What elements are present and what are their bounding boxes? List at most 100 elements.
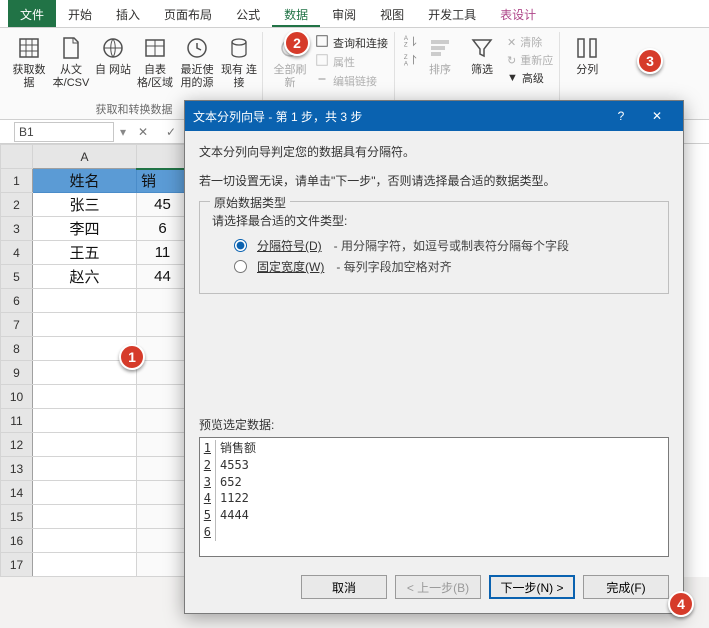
- dialog-button-row: 取消 < 上一步(B) 下一步(N) > 完成(F): [185, 565, 683, 613]
- cell-A7[interactable]: [33, 313, 137, 337]
- btn-queries-conn[interactable]: 查询和连接: [315, 34, 388, 51]
- row-head-9[interactable]: 9: [1, 361, 33, 385]
- fb-cancel[interactable]: ✕: [132, 125, 154, 139]
- btn-finish[interactable]: 完成(F): [583, 575, 669, 599]
- row-head-13[interactable]: 13: [1, 457, 33, 481]
- cell-B5[interactable]: 44: [137, 265, 189, 289]
- cell-A1[interactable]: 姓名: [33, 169, 137, 193]
- tab-view[interactable]: 视图: [368, 0, 416, 27]
- row-head-8[interactable]: 8: [1, 337, 33, 361]
- cell-B17[interactable]: [137, 553, 189, 577]
- dialog-titlebar[interactable]: 文本分列向导 - 第 1 步，共 3 步 ? ✕: [185, 101, 683, 131]
- cell-A5[interactable]: 赵六: [33, 265, 137, 289]
- col-head-B[interactable]: [137, 145, 189, 169]
- cell-A11[interactable]: [33, 409, 137, 433]
- name-box[interactable]: [14, 122, 114, 142]
- cell-B16[interactable]: [137, 529, 189, 553]
- btn-exist-conn[interactable]: 现有 连接: [218, 32, 260, 92]
- cell-B6[interactable]: [137, 289, 189, 313]
- btn-next[interactable]: 下一步(N) >: [489, 575, 575, 599]
- cell-B12[interactable]: [137, 433, 189, 457]
- cell-B3[interactable]: 6: [137, 217, 189, 241]
- btn-sort-asc[interactable]: AZ: [403, 34, 417, 51]
- tab-file[interactable]: 文件: [8, 0, 56, 27]
- btn-properties[interactable]: 属性: [315, 53, 388, 70]
- tab-formulas[interactable]: 公式: [224, 0, 272, 27]
- row-head-1[interactable]: 1: [1, 169, 33, 193]
- btn-recent-src[interactable]: 最近使 用的源: [176, 32, 218, 92]
- btn-cancel[interactable]: 取消: [301, 575, 387, 599]
- select-all-corner[interactable]: [1, 145, 33, 169]
- cell-A14[interactable]: [33, 481, 137, 505]
- cell-B2[interactable]: 45: [137, 193, 189, 217]
- cell-A6[interactable]: [33, 289, 137, 313]
- cell-B13[interactable]: [137, 457, 189, 481]
- row-head-4[interactable]: 4: [1, 241, 33, 265]
- btn-from-table[interactable]: 自表 格/区域: [134, 32, 176, 92]
- col-head-A[interactable]: A: [33, 145, 137, 169]
- btn-from-csv[interactable]: 从文 本/CSV: [50, 32, 92, 92]
- cell-A3[interactable]: 李四: [33, 217, 137, 241]
- row-head-16[interactable]: 16: [1, 529, 33, 553]
- cell-B11[interactable]: [137, 409, 189, 433]
- row-head-12[interactable]: 12: [1, 433, 33, 457]
- tab-review[interactable]: 审阅: [320, 0, 368, 27]
- row-head-3[interactable]: 3: [1, 217, 33, 241]
- fb-enter[interactable]: ✓: [160, 125, 182, 139]
- lbl-from-table: 自表 格/区域: [136, 64, 174, 90]
- tab-pagelayout[interactable]: 页面布局: [152, 0, 224, 27]
- radio-fixed-width[interactable]: [234, 260, 247, 273]
- lbl-refresh-all: 全部刷新: [271, 64, 309, 90]
- btn-get-data[interactable]: 获取数 据: [8, 32, 50, 92]
- cell-B7[interactable]: [137, 313, 189, 337]
- dialog-body: 文本分列向导判定您的数据具有分隔符。 若一切设置无误，请单击"下一步"，否则请选…: [185, 131, 683, 565]
- btn-back[interactable]: < 上一步(B): [395, 575, 481, 599]
- btn-clear[interactable]: ✕清除: [507, 34, 553, 50]
- btn-sort[interactable]: 排序: [419, 32, 461, 88]
- row-head-2[interactable]: 2: [1, 193, 33, 217]
- row-head-17[interactable]: 17: [1, 553, 33, 577]
- tab-devtools[interactable]: 开发工具: [416, 0, 488, 27]
- cell-A2[interactable]: 张三: [33, 193, 137, 217]
- cell-B9[interactable]: [137, 361, 189, 385]
- radio-fixedwidth-row[interactable]: 固定宽度(W) - 每列字段加空格对齐: [234, 258, 656, 275]
- cell-B1[interactable]: 销: [137, 169, 189, 193]
- cell-B10[interactable]: [137, 385, 189, 409]
- cell-B14[interactable]: [137, 481, 189, 505]
- desc-delimited: - 用分隔字符，如逗号或制表符分隔每个字段: [334, 237, 569, 254]
- row-head-6[interactable]: 6: [1, 289, 33, 313]
- preview-box[interactable]: 1销售额 24553 3652 41122 54444 6: [199, 437, 669, 557]
- btn-reapply[interactable]: ↻重新应: [507, 52, 553, 68]
- dialog-close-button[interactable]: ✕: [639, 101, 675, 131]
- tab-tabledesign[interactable]: 表设计: [488, 0, 548, 27]
- cell-A12[interactable]: [33, 433, 137, 457]
- radio-delimited[interactable]: [234, 239, 247, 252]
- radio-delimited-row[interactable]: 分隔符号(D) - 用分隔字符，如逗号或制表符分隔每个字段: [234, 237, 656, 254]
- btn-filter[interactable]: 筛选: [461, 32, 503, 88]
- cell-B4[interactable]: 11: [137, 241, 189, 265]
- btn-text-to-columns[interactable]: 分列: [566, 32, 608, 79]
- cell-A13[interactable]: [33, 457, 137, 481]
- cell-A10[interactable]: [33, 385, 137, 409]
- cell-B15[interactable]: [137, 505, 189, 529]
- dialog-help-button[interactable]: ?: [603, 101, 639, 131]
- row-head-15[interactable]: 15: [1, 505, 33, 529]
- btn-edit-links[interactable]: 编辑链接: [315, 72, 388, 89]
- cell-A4[interactable]: 王五: [33, 241, 137, 265]
- cell-A17[interactable]: [33, 553, 137, 577]
- tab-data[interactable]: 数据: [272, 0, 320, 27]
- sheet-table[interactable]: A 1 姓名 销 2张三45 3李四6 4王五11 5赵六44 6 7 8 9 …: [0, 144, 189, 577]
- callout-badge-1: 1: [119, 344, 145, 370]
- row-head-14[interactable]: 14: [1, 481, 33, 505]
- btn-sort-desc[interactable]: ZA: [403, 53, 417, 70]
- row-head-10[interactable]: 10: [1, 385, 33, 409]
- row-head-11[interactable]: 11: [1, 409, 33, 433]
- row-head-5[interactable]: 5: [1, 265, 33, 289]
- cell-A16[interactable]: [33, 529, 137, 553]
- row-head-7[interactable]: 7: [1, 313, 33, 337]
- tab-home[interactable]: 开始: [56, 0, 104, 27]
- btn-from-web[interactable]: 自 网站: [92, 32, 134, 92]
- tab-insert[interactable]: 插入: [104, 0, 152, 27]
- cell-A15[interactable]: [33, 505, 137, 529]
- btn-advanced[interactable]: ▼高级: [507, 70, 553, 86]
